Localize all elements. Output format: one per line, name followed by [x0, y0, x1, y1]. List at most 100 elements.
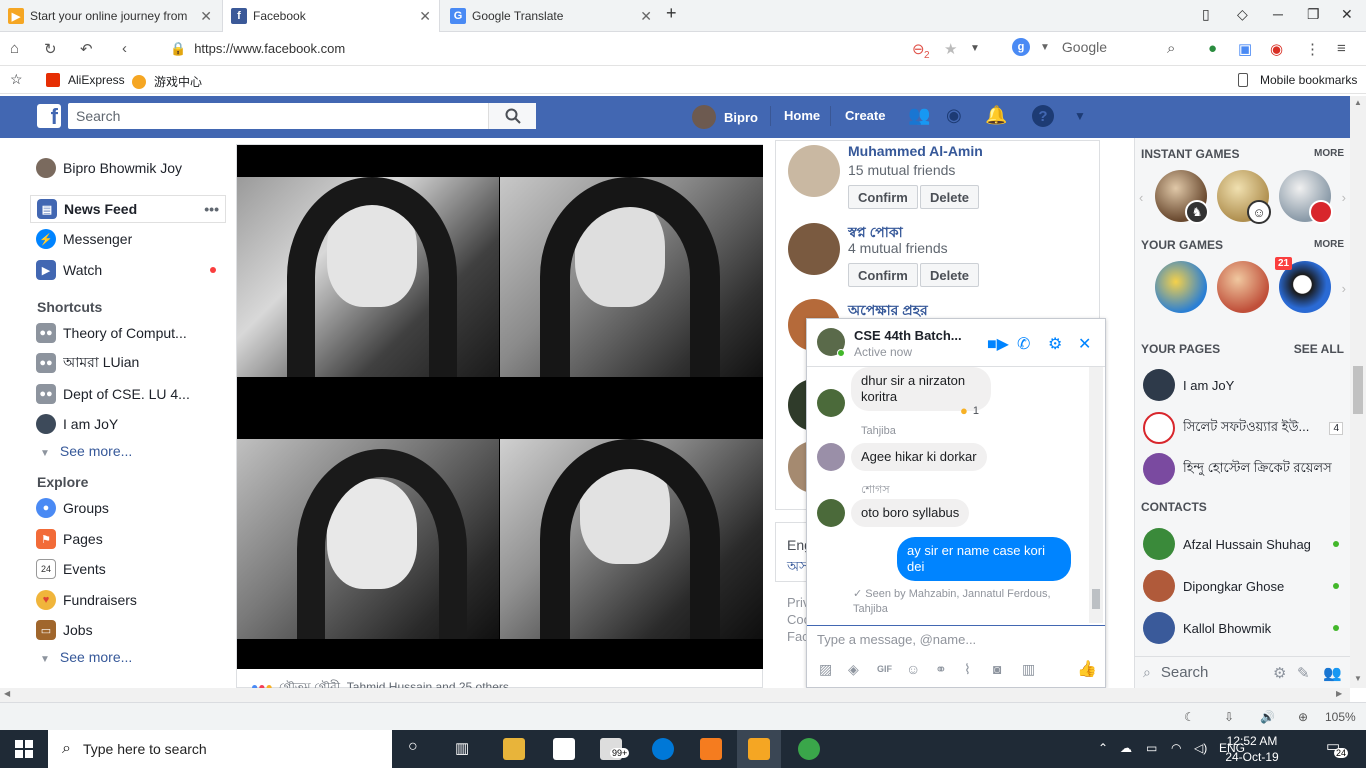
zoom-icon[interactable]: ⊕	[1298, 710, 1308, 724]
instant-games-more[interactable]: MORE	[1314, 148, 1344, 159]
download-icon[interactable]: ⇩	[1224, 710, 1234, 724]
chevron-left-icon[interactable]: ‹	[1139, 190, 1143, 205]
requester-name[interactable]: Muhammed Al-Amin	[848, 143, 983, 159]
bookmark-star-icon[interactable]: ☆	[10, 71, 23, 88]
tab-list-icon[interactable]: ▯	[1202, 6, 1210, 23]
settings-gear-icon[interactable]: ⚙	[1273, 664, 1286, 682]
store-icon[interactable]	[553, 738, 575, 760]
close-tab-icon[interactable]: ✕	[200, 8, 212, 25]
mobile-bookmarks[interactable]: Mobile bookmarks	[1238, 73, 1357, 87]
globe-app-icon[interactable]	[798, 738, 820, 760]
page-item[interactable]: হিন্দু হোস্টেল ক্রিকেট রয়েলস	[1143, 452, 1347, 486]
camera-icon[interactable]: ◙	[993, 661, 1001, 677]
close-window-button[interactable]: ✕	[1341, 6, 1353, 23]
sidebar-item-shortcut[interactable]: I am JoY	[30, 410, 226, 438]
bookmark-game-center[interactable]: 游戏中心	[132, 73, 202, 90]
home-icon[interactable]: ⌂	[10, 40, 19, 57]
start-button[interactable]	[0, 730, 48, 768]
sidebar-item-jobs[interactable]: ▭ Jobs	[30, 616, 226, 644]
confirm-button[interactable]: Confirm	[848, 263, 918, 287]
sidebar-item-shortcut[interactable]: ●● Dept of CSE. LU 4...	[30, 380, 226, 408]
chevron-right-icon[interactable]: ›	[1342, 281, 1346, 296]
avatar[interactable]	[788, 145, 840, 197]
settings-gear-icon[interactable]: ⚙	[1048, 334, 1062, 354]
home-link[interactable]: Home	[784, 108, 820, 123]
scroll-left-icon[interactable]: ◀	[4, 689, 10, 698]
close-tab-icon[interactable]: ✕	[640, 8, 652, 25]
poll-icon[interactable]: ▥	[1022, 661, 1035, 678]
game-thumbnail[interactable]	[1279, 170, 1333, 224]
delete-button[interactable]: Delete	[920, 263, 980, 287]
search-icon[interactable]: ⌕	[1167, 40, 1175, 57]
help-icon[interactable]: ?	[1032, 105, 1054, 127]
sidebar-item-pages[interactable]: ⚑ Pages	[30, 525, 226, 553]
close-tab-icon[interactable]: ✕	[419, 8, 431, 25]
tab-facebook[interactable]: f Facebook ✕	[222, 0, 440, 32]
game-thumbnail[interactable]	[1217, 261, 1269, 313]
scroll-thumb[interactable]	[1353, 366, 1363, 414]
more-options-icon[interactable]: •••	[204, 201, 219, 217]
bookmark-aliexpress[interactable]: AliExpress	[46, 73, 125, 87]
video-call-icon[interactable]: ■▶	[987, 334, 1009, 354]
post-photo[interactable]	[237, 145, 763, 669]
new-tab-button[interactable]: +	[666, 3, 677, 24]
contact-item[interactable]: Kallol Bhowmik	[1143, 611, 1347, 645]
link-icon[interactable]: ⚭	[935, 661, 947, 678]
messenger-icon[interactable]: ◉	[946, 105, 962, 126]
wifi-icon[interactable]: ◠	[1171, 741, 1181, 755]
gif-icon[interactable]: GIF	[877, 664, 892, 674]
page-item[interactable]: সিলেট সফটওয়্যার ইউ... 4	[1143, 411, 1347, 445]
new-message-icon[interactable]: ✎	[1297, 664, 1310, 682]
onedrive-cloud-icon[interactable]: ☁	[1120, 741, 1132, 755]
chevron-right-icon[interactable]: ›	[1342, 190, 1346, 205]
facebook-logo-icon[interactable]: f	[37, 104, 61, 128]
scroll-right-icon[interactable]: ▶	[1336, 689, 1342, 698]
ludo-game-icon[interactable]	[1155, 261, 1207, 313]
taskbar-search[interactable]: ⌕ Type here to search	[48, 730, 392, 768]
sidebar-item-news-feed[interactable]: ▤ News Feed •••	[30, 195, 226, 223]
sticker-icon[interactable]: ◈	[848, 661, 859, 678]
sidebar-item-events[interactable]: 24 Events	[30, 555, 226, 583]
new-group-icon[interactable]: 👥	[1323, 664, 1342, 682]
search-engine-box[interactable]: g ▼ Google	[1012, 38, 1107, 56]
mutual-friends[interactable]: 4 mutual friends	[848, 240, 948, 256]
url-field[interactable]: 🔒 https://www.facebook.com	[170, 41, 345, 57]
my-message-bubble[interactable]: ay sir er name case kori dei	[897, 537, 1071, 581]
phone-call-icon[interactable]: ✆	[1017, 334, 1030, 354]
task-view-icon[interactable]: ▥	[455, 739, 469, 757]
see-more-explore[interactable]: ▼ See more...	[40, 649, 132, 665]
sidebar-item-messenger[interactable]: ⚡ Messenger	[30, 225, 226, 253]
avatar[interactable]	[788, 223, 840, 275]
menu-dots-icon[interactable]: ⋮	[1305, 40, 1320, 58]
contact-item[interactable]: Dipongkar Ghose	[1143, 569, 1347, 603]
message-reaction[interactable]: ● 1	[960, 403, 979, 418]
cortana-circle-icon[interactable]: ○	[408, 738, 418, 756]
file-explorer-icon[interactable]	[503, 738, 525, 760]
chat-title[interactable]: CSE 44th Batch...	[854, 328, 974, 343]
edge-icon[interactable]	[652, 738, 674, 760]
night-mode-icon[interactable]: ☾	[1184, 710, 1195, 724]
mutual-friends[interactable]: 15 mutual friends	[848, 162, 955, 178]
chat-scrollbar[interactable]	[1089, 367, 1103, 623]
uc-browser-icon[interactable]	[748, 738, 770, 760]
scroll-up-icon[interactable]: ▲	[1354, 98, 1362, 107]
contacts-search[interactable]: ⌕ Search ⚙ ✎ 👥	[1135, 656, 1351, 688]
sidebar-item-groups[interactable]: ● Groups	[30, 494, 226, 522]
your-games-more[interactable]: MORE	[1314, 239, 1344, 250]
account-menu-icon[interactable]: ▼	[1074, 109, 1086, 123]
extension-globe-icon[interactable]: ●	[1208, 40, 1217, 57]
restore-button[interactable]: ❐	[1307, 6, 1320, 23]
translate-extension-icon[interactable]: ▣	[1238, 40, 1252, 58]
message-bubble[interactable]: oto boro syllabus	[851, 499, 970, 527]
see-more-shortcuts[interactable]: ▼ See more...	[40, 443, 132, 459]
page-horizontal-scrollbar[interactable]: ◀ ▶	[0, 688, 1350, 702]
close-icon[interactable]: ✕	[1078, 334, 1091, 354]
thumbs-up-icon[interactable]: 👍	[1077, 659, 1097, 679]
speaker-icon[interactable]: ◁)	[1194, 741, 1207, 755]
facebook-search-input[interactable]	[68, 103, 486, 129]
hamburger-menu-icon[interactable]: ≡	[1337, 40, 1346, 57]
chat-message-input[interactable]	[807, 626, 1105, 652]
page-item[interactable]: I am JoY	[1143, 368, 1347, 402]
scroll-thumb[interactable]	[1092, 589, 1100, 609]
create-link[interactable]: Create	[845, 108, 885, 123]
